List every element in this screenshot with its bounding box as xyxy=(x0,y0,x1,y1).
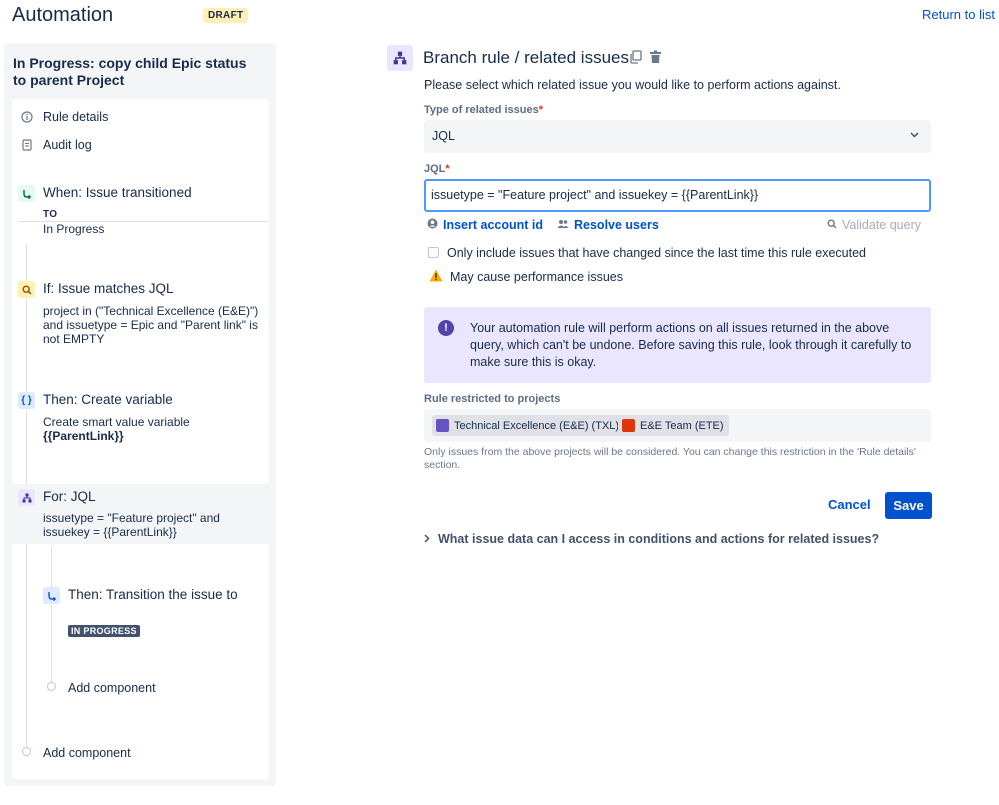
nav-label: Rule details xyxy=(43,110,109,124)
transition-icon xyxy=(18,185,35,202)
info-icon xyxy=(12,111,42,123)
insert-account-id-link[interactable]: Insert account id xyxy=(427,218,543,232)
component-desc: Create smart value variable xyxy=(43,415,190,429)
validate-query-link[interactable]: Validate query xyxy=(827,218,921,232)
nav-label: Audit log xyxy=(43,138,92,152)
jql-input[interactable]: issuetype = "Feature project" and issuek… xyxy=(424,179,931,212)
branch-rule-icon xyxy=(387,45,413,71)
add-component-nested-button[interactable]: Add component xyxy=(68,681,156,695)
status-lozenge-wrap: IN PROGRESS xyxy=(68,621,140,639)
component-title: Then: Create variable xyxy=(43,392,173,407)
project-tag: E&E Team (ETE) xyxy=(618,415,729,436)
users-icon xyxy=(557,218,569,232)
variable-name: {{ParentLink}} xyxy=(43,429,124,443)
component-title: When: Issue transitioned xyxy=(43,185,192,200)
save-button[interactable]: Save xyxy=(885,492,932,519)
rule-components-card: Rule details Audit log When: Issue trans… xyxy=(12,99,269,779)
chevron-down-icon xyxy=(910,130,919,141)
component-action-transition[interactable]: Then: Transition the issue to IN PROGRES… xyxy=(37,581,269,641)
component-desc: issuetype = "Feature project" and issuek… xyxy=(43,511,220,539)
performance-warning: May cause performance issues xyxy=(450,270,623,284)
info-panel: ! Your automation rule will perform acti… xyxy=(424,307,931,383)
component-branch[interactable]: For: JQL issuetype = "Feature project" a… xyxy=(12,484,269,544)
project-avatar-icon xyxy=(436,419,449,432)
transition-icon xyxy=(43,587,60,604)
project-avatar-icon xyxy=(622,419,635,432)
component-condition[interactable]: If: Issue matches JQL project in ("Techn… xyxy=(12,275,269,365)
nav-audit-log[interactable]: Audit log xyxy=(12,133,269,157)
component-trigger[interactable]: When: Issue transitioned TO In Progress xyxy=(12,179,269,259)
document-icon xyxy=(12,139,42,151)
changed-issues-checkbox[interactable] xyxy=(428,247,439,258)
warning-icon xyxy=(429,269,443,287)
page-title: Automation xyxy=(12,4,114,26)
branch-icon xyxy=(18,489,35,506)
rule-name: In Progress: copy child Epic status to p… xyxy=(13,55,247,88)
type-field-label: Type of related issues* xyxy=(424,104,544,116)
component-desc: project in ("Technical Excellence (E&E)"… xyxy=(43,304,259,346)
projects-label: Rule restricted to projects xyxy=(424,393,561,405)
select-value: JQL xyxy=(432,129,455,143)
projects-field: Technical Excellence (E&E) (TXL) E&E Tea… xyxy=(424,409,931,442)
component-title: Then: Transition the issue to xyxy=(68,587,238,602)
search-icon xyxy=(18,281,35,298)
component-heading: Branch rule / related issues xyxy=(423,48,629,67)
chevron-right-icon xyxy=(424,532,430,546)
draft-badge: DRAFT xyxy=(203,8,249,23)
add-component-button[interactable]: Add component xyxy=(43,746,131,760)
status-lozenge: IN PROGRESS xyxy=(68,625,140,637)
component-title: If: Issue matches JQL xyxy=(43,281,174,296)
project-tag: Technical Excellence (E&E) (TXL) xyxy=(432,415,625,436)
component-title: For: JQL xyxy=(43,489,96,504)
cancel-button[interactable]: Cancel xyxy=(828,497,871,512)
connector-dot xyxy=(47,682,56,691)
connector-dot xyxy=(22,747,31,756)
resolve-users-link[interactable]: Resolve users xyxy=(557,218,659,232)
rule-sidebar: In Progress: copy child Epic status to p… xyxy=(4,43,276,786)
issue-data-expander[interactable]: What issue data can I access in conditio… xyxy=(424,532,879,546)
projects-hint: Only issues from the above projects will… xyxy=(424,446,916,471)
exclamation-icon: ! xyxy=(438,320,454,336)
component-desc: In Progress xyxy=(43,222,105,236)
braces-icon: { } xyxy=(18,392,35,409)
checkbox-label: Only include issues that have changed si… xyxy=(447,246,866,260)
copy-icon[interactable] xyxy=(629,50,642,69)
related-issue-type-select[interactable]: JQL xyxy=(424,120,931,153)
user-icon xyxy=(427,218,438,232)
jql-field-label: JQL* xyxy=(424,163,450,175)
info-text: Your automation rule will perform action… xyxy=(470,321,912,369)
to-label: TO xyxy=(43,209,58,220)
nav-rule-details[interactable]: Rule details xyxy=(12,105,269,129)
return-to-list-link[interactable]: Return to list xyxy=(922,7,995,22)
search-icon xyxy=(827,218,837,232)
component-action-variable[interactable]: { } Then: Create variable Create smart v… xyxy=(12,385,269,455)
trash-icon[interactable] xyxy=(649,50,662,69)
description-text: Please select which related issue you wo… xyxy=(424,78,841,92)
